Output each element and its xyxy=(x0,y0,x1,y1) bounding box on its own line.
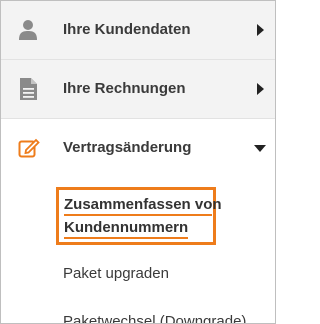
menu-item-invoices[interactable]: Ihre Rechnungen xyxy=(1,60,275,119)
chevron-down-icon xyxy=(253,141,267,155)
submenu-item-downgrade[interactable]: Paketwechsel (Downgrade) xyxy=(63,313,246,323)
chevron-right-icon xyxy=(253,23,267,37)
underline xyxy=(64,237,188,239)
underline xyxy=(64,214,212,216)
menu-item-label: Ihre Rechnungen xyxy=(63,80,186,97)
menu-item-customer-data[interactable]: Ihre Kundendaten xyxy=(1,1,275,60)
menu-item-label: Ihre Kundendaten xyxy=(63,21,191,38)
edit-icon xyxy=(18,137,40,159)
menu-item-contract-change[interactable]: Vertragsänderung xyxy=(1,119,275,177)
menu-item-label: Vertragsänderung xyxy=(63,139,192,156)
chevron-right-icon xyxy=(253,82,267,96)
submenu-item-label-line2: Kundennummern xyxy=(64,219,189,236)
submenu-item-merge-customer-numbers[interactable]: Zusammenfassen von Kundennummern xyxy=(56,187,222,245)
account-menu-panel: Ihre Kundendaten Ihre Rechnungen Vertrag… xyxy=(0,0,276,324)
submenu-item-upgrade[interactable]: Paket upgraden xyxy=(63,265,169,282)
user-icon xyxy=(18,19,38,41)
document-icon xyxy=(18,78,38,100)
submenu-item-label-line1: Zusammenfassen von xyxy=(64,196,222,213)
